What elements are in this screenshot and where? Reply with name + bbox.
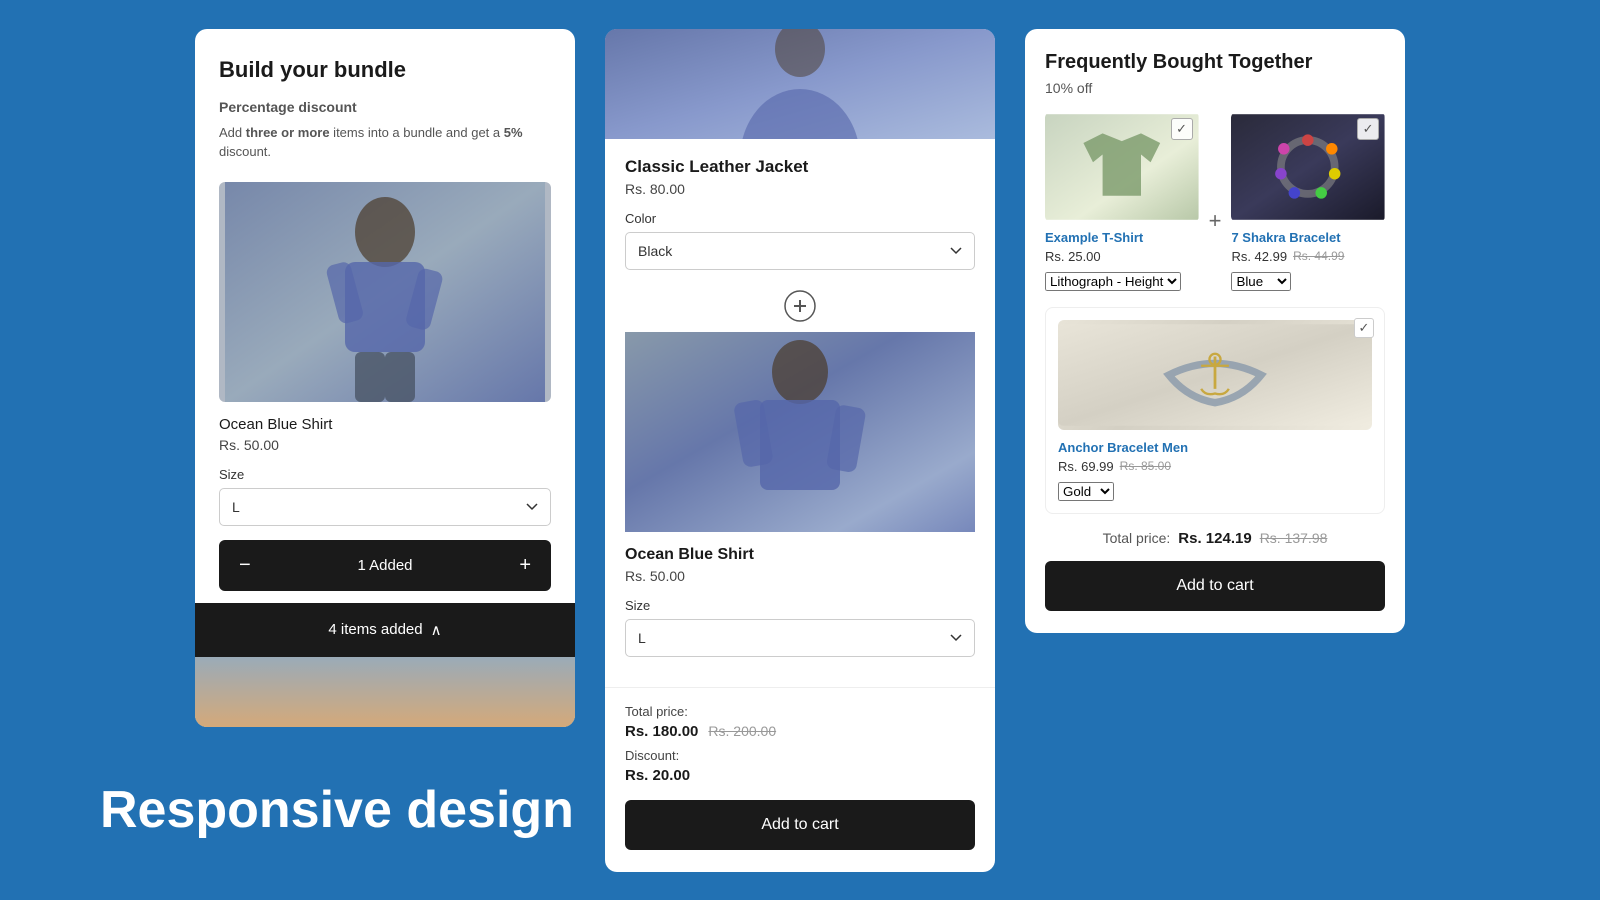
right-total-price-row: Total price: Rs. 124.19 Rs. 137.98: [1045, 530, 1385, 547]
middle-color-label: Color: [625, 211, 975, 226]
bracelet-name: 7 Shakra Bracelet: [1231, 230, 1385, 245]
left-product-name: Ocean Blue Shirt: [219, 416, 551, 433]
total-label: Total price:: [625, 704, 975, 719]
anchor-bracelet-prices: Rs. 69.99 Rs. 85.00: [1058, 459, 1372, 474]
fbt-anchor-bracelet: ✓: [1045, 307, 1385, 514]
tshirt-img-wrap: ✓: [1045, 112, 1199, 222]
middle-add-to-cart-button[interactable]: Add to cart: [625, 800, 975, 850]
product-image-left: [219, 182, 551, 402]
middle-card-body: Classic Leather Jacket Rs. 80.00 Color B…: [605, 139, 995, 872]
total-price-row: Rs. 180.00 Rs. 200.00: [625, 723, 975, 740]
fbt-top-pair: ✓ Example T-Shirt Rs. 25.00 Lithograph -…: [1045, 112, 1385, 291]
left-card: Build your bundle Percentage discount Ad…: [195, 29, 575, 727]
anchor-bracelet-price: Rs. 69.99: [1058, 459, 1114, 474]
items-added-button[interactable]: 4 items added ∧: [195, 603, 575, 657]
discount-desc: Add three or more items into a bundle an…: [219, 123, 551, 162]
responsive-design-label: Responsive design: [100, 780, 574, 840]
tshirt-prices: Rs. 25.00: [1045, 249, 1199, 264]
qty-added-label: 1 Added: [357, 557, 412, 574]
tshirt-price: Rs. 25.00: [1045, 249, 1101, 264]
middle-product2-name: Ocean Blue Shirt: [625, 546, 975, 564]
discount-label: Discount:: [625, 748, 975, 763]
jacket-top-image: [605, 29, 995, 139]
right-total-price: Rs. 124.19: [1178, 530, 1251, 547]
anchor-bracelet-variant-select[interactable]: Gold Silver Black: [1058, 482, 1114, 501]
bracelet-variant-select[interactable]: Blue Red Green: [1231, 272, 1291, 291]
items-added-label: 4 items added: [328, 621, 422, 638]
tshirt-checkbox[interactable]: ✓: [1171, 118, 1193, 140]
build-title: Build your bundle: [219, 57, 551, 83]
anchor-bracelet-old-price: Rs. 85.00: [1120, 459, 1171, 473]
bracelet-img-wrap: ✓: [1231, 112, 1385, 222]
bracelet-prices: Rs. 42.99 Rs. 44.99: [1231, 249, 1385, 264]
total-main-price: Rs. 180.00: [625, 723, 698, 740]
discount-amount: Rs. 20.00: [625, 767, 975, 784]
bracelet-checkbox[interactable]: ✓: [1357, 118, 1379, 140]
items-added-caret: ∧: [431, 621, 442, 639]
right-card: Frequently Bought Together 10% off: [1025, 29, 1405, 633]
middle-card: Classic Leather Jacket Rs. 80.00 Color B…: [605, 29, 995, 872]
fbt-item-tshirt: ✓ Example T-Shirt Rs. 25.00 Lithograph -…: [1045, 112, 1199, 291]
right-add-to-cart-button[interactable]: Add to cart: [1045, 561, 1385, 611]
left-product-price: Rs. 50.00: [219, 437, 551, 453]
tshirt-variant-select[interactable]: Lithograph - Height: [1045, 272, 1181, 291]
middle-product1-name: Classic Leather Jacket: [625, 157, 975, 177]
bracelet-price: Rs. 42.99: [1231, 249, 1287, 264]
right-total-label: Total price:: [1103, 530, 1171, 546]
qty-plus-icon[interactable]: +: [513, 554, 537, 577]
divider: [605, 687, 995, 688]
bracelet-old-price: Rs. 44.99: [1293, 249, 1344, 263]
tshirt-name: Example T-Shirt: [1045, 230, 1199, 245]
fbt-item-bracelet: ✓ 7 Shakra Bracelet Rs. 42.99 Rs. 44.99 …: [1231, 112, 1385, 291]
middle-color-select[interactable]: Black Brown Tan: [625, 232, 975, 270]
fbt-discount-badge: 10% off: [1045, 80, 1385, 96]
discount-type: Percentage discount: [219, 99, 551, 115]
main-container: Build your bundle Percentage discount Ad…: [0, 9, 1600, 892]
anchor-bracelet-checkbox[interactable]: ✓: [1354, 318, 1374, 338]
qty-minus-icon[interactable]: −: [233, 554, 257, 577]
anchor-bracelet-image: [1058, 320, 1372, 430]
middle-size-label: Size: [625, 598, 975, 613]
total-old-price: Rs. 200.00: [708, 723, 776, 739]
fbt-plus-separator: +: [1209, 112, 1222, 291]
plus-circle: [625, 290, 975, 322]
middle-product1-price: Rs. 80.00: [625, 181, 975, 197]
middle-product2-price: Rs. 50.00: [625, 568, 975, 584]
fbt-title: Frequently Bought Together: [1045, 51, 1385, 74]
middle-size-select[interactable]: L XS S M XL: [625, 619, 975, 657]
left-size-select[interactable]: L XS S M XL: [219, 488, 551, 526]
anchor-bracelet-name: Anchor Bracelet Men: [1058, 440, 1372, 455]
left-size-label: Size: [219, 467, 551, 482]
qty-button[interactable]: − 1 Added +: [219, 540, 551, 591]
shirt-product-image: [625, 332, 975, 532]
right-total-old-price: Rs. 137.98: [1260, 530, 1328, 546]
items-preview-strip: [195, 657, 575, 727]
